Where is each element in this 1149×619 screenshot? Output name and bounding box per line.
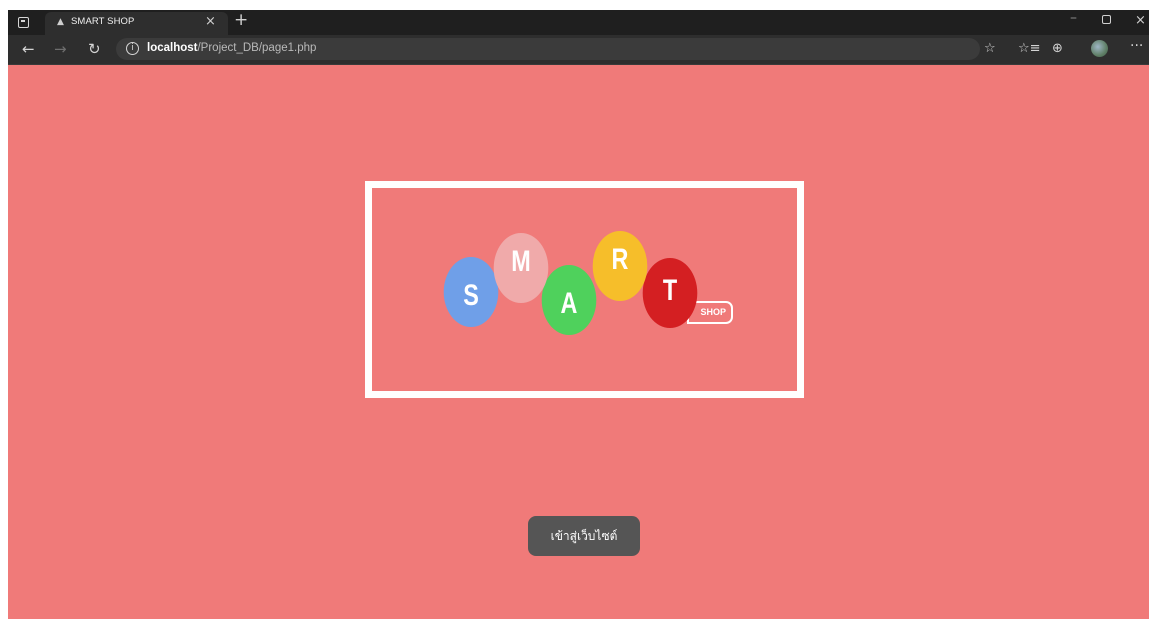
logo-letter-r-text: R: [611, 243, 629, 276]
caret-up-icon: ▲: [57, 17, 64, 27]
navigation-bar: ← → ↻ i localhost/Project_DB/page1.php ☆…: [8, 35, 1149, 65]
more-options-icon[interactable]: ···: [1130, 38, 1143, 54]
tab-title: SMART SHOP: [71, 16, 135, 27]
close-window-icon[interactable]: ×: [1135, 13, 1146, 28]
back-arrow-icon[interactable]: ←: [22, 40, 35, 58]
tab-smart-shop[interactable]: ▲ SMART SHOP ×: [45, 12, 228, 35]
add-favorite-icon[interactable]: ☆: [984, 41, 996, 57]
maximize-icon[interactable]: [1102, 15, 1111, 24]
page-content: S A M SHOP T R เข้าสู่เว็บไซต์: [8, 65, 1149, 619]
minimize-icon[interactable]: –: [1070, 10, 1077, 26]
logo-letter-s-text: S: [463, 279, 479, 312]
logo-letter-m: M: [493, 233, 549, 303]
address-bar[interactable]: i localhost/Project_DB/page1.php: [116, 38, 980, 60]
logo-letter-a-text: A: [560, 287, 578, 320]
enter-website-button[interactable]: เข้าสู่เว็บไซต์: [528, 516, 640, 556]
url-path: /Project_DB/page1.php: [197, 42, 317, 54]
collections-icon[interactable]: ⊕: [1052, 41, 1063, 57]
logo-letter-a: A: [541, 265, 597, 335]
url-text[interactable]: localhost/Project_DB/page1.php: [147, 42, 316, 54]
refresh-icon[interactable]: ↻: [88, 40, 101, 58]
profile-avatar-icon[interactable]: [1091, 40, 1108, 57]
favorites-icon[interactable]: ☆≡: [1018, 41, 1041, 57]
logo-letter-m-text: M: [511, 245, 531, 278]
url-host: localhost: [147, 42, 198, 54]
forward-arrow-icon[interactable]: →: [54, 40, 67, 58]
logo-letter-r: R: [592, 231, 648, 301]
tab-strip: ▲ SMART SHOP × + – ×: [8, 10, 1149, 35]
logo-letter-t: T: [642, 258, 698, 328]
tab-actions-icon[interactable]: [14, 14, 32, 31]
tab-close-icon[interactable]: ×: [205, 14, 216, 29]
browser-window: ▲ SMART SHOP × + – × ← → ↻ i localhost/P…: [8, 10, 1149, 619]
new-tab-icon[interactable]: +: [234, 10, 248, 30]
logo-letter-s: S: [443, 257, 499, 327]
logo-letter-t-text: T: [662, 274, 678, 307]
info-icon[interactable]: i: [126, 42, 139, 55]
